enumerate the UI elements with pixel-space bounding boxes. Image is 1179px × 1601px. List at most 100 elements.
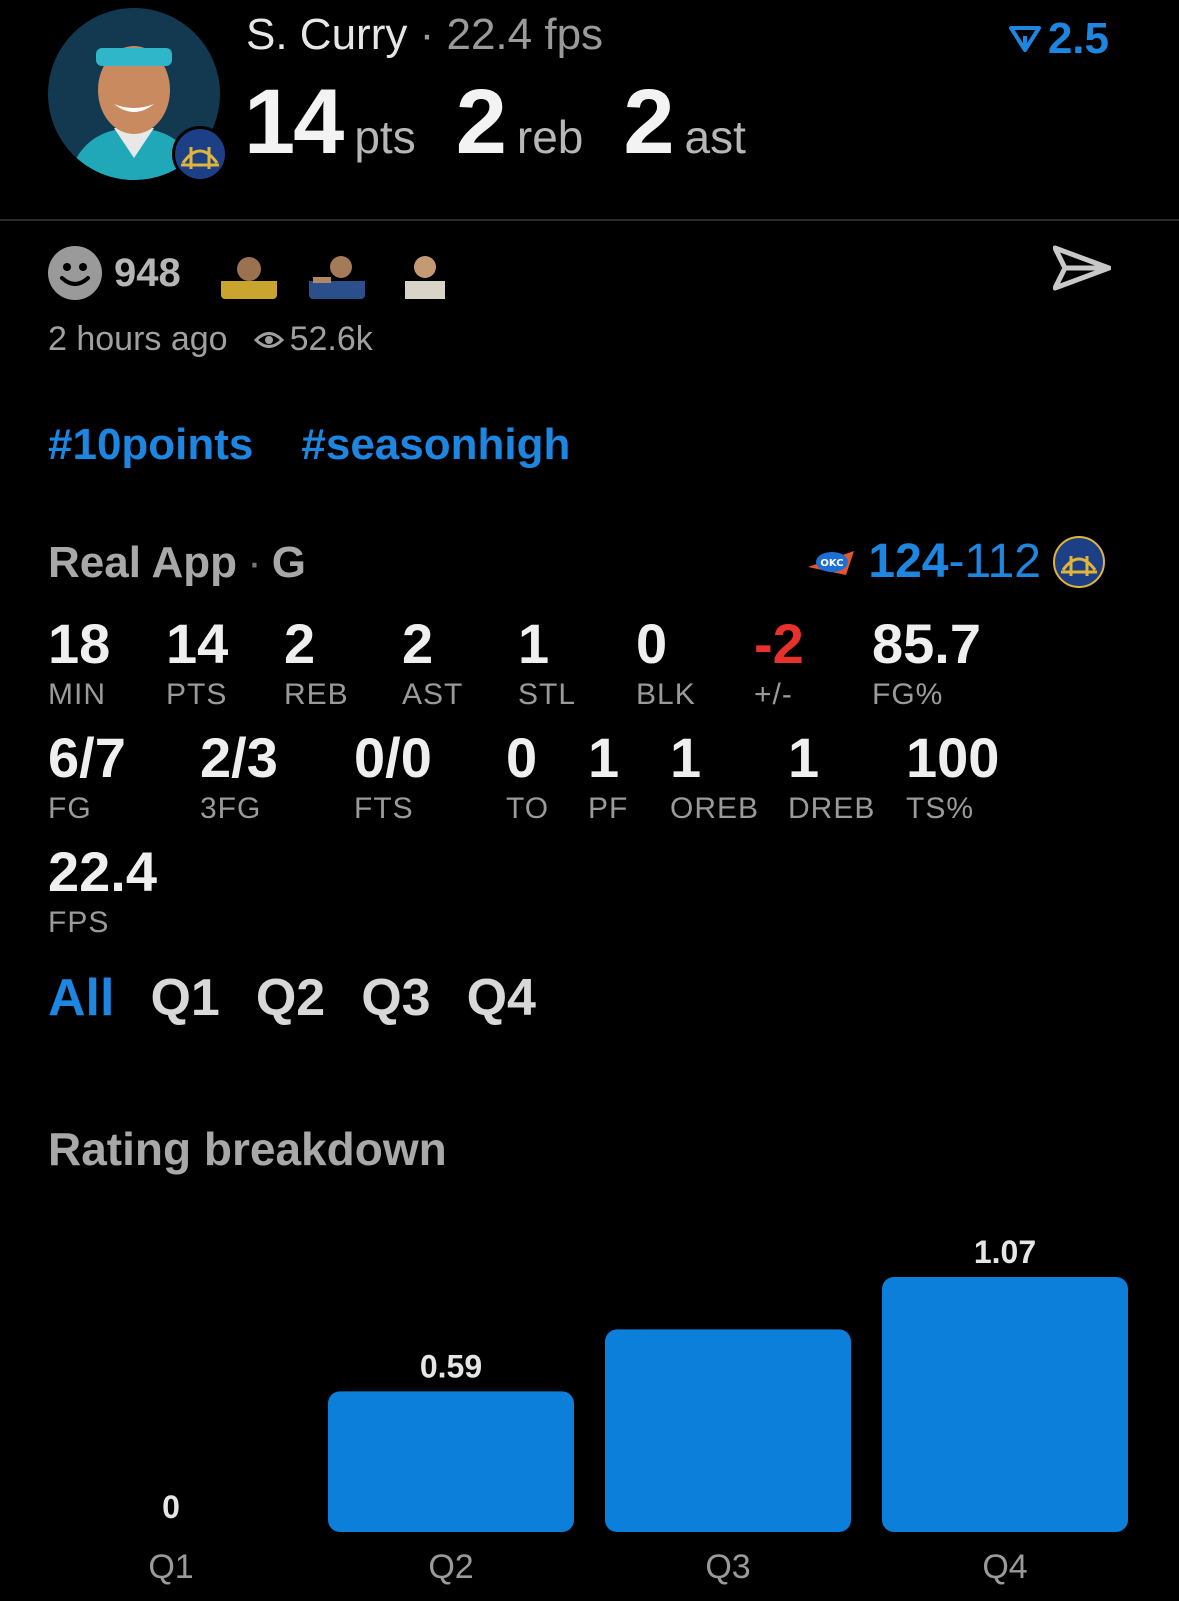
stat-reb: 2 REB [284, 614, 349, 712]
rating-value: 2.5 [1047, 14, 1109, 63]
stat-label: MIN [48, 678, 106, 711]
category-label: Q3 [705, 1548, 750, 1586]
views: 52.6k [253, 320, 373, 359]
tab-q3[interactable]: Q3 [361, 968, 430, 1028]
reb-value: 2 [455, 71, 507, 173]
reaction-thumbnail[interactable] [397, 247, 453, 299]
fps-summary: 22.4 fps [446, 10, 604, 59]
team-logo-icon [1053, 535, 1105, 588]
game-score[interactable]: OKC 124-112 [806, 534, 1105, 589]
stat-fg-pct: 85.7 FG% [872, 614, 981, 712]
time-ago: 2 hours ago [48, 320, 228, 358]
separator: · [247, 538, 262, 587]
ast-value: 2 [623, 71, 674, 173]
reaction-count: 948 [114, 250, 181, 295]
stat-value: 2 [402, 612, 434, 675]
bar-value-label: 0 [162, 1489, 180, 1525]
stat-label: FG [48, 792, 92, 825]
stat-ts-pct: 100 TS% [906, 728, 999, 826]
send-icon[interactable] [1052, 244, 1112, 297]
stat-plus-minus: -2 +/- [754, 614, 804, 712]
team-logo-icon [172, 126, 228, 182]
stat-label: STL [518, 678, 577, 711]
pts-value: 14 [244, 71, 344, 173]
player-title[interactable]: S. Curry · 22.4 fps [246, 10, 603, 60]
stat-label: TO [506, 792, 550, 825]
view-count: 52.6k [289, 320, 373, 358]
rating-badge[interactable]: 2.5 [1008, 14, 1109, 64]
stat-value: 0/0 [354, 726, 432, 789]
stat-value: 14 [166, 612, 229, 675]
stat-value: 18 [48, 612, 111, 675]
rating-bar-q2[interactable] [328, 1391, 574, 1532]
stat-stl: 1 STL [518, 614, 576, 712]
stat-dreb: 1 DREB [788, 728, 875, 826]
tab-q1[interactable]: Q1 [150, 968, 219, 1028]
stat-value: 1 [518, 612, 550, 675]
stat-value: 100 [906, 726, 1000, 789]
stat-fts: 0/0 FTS [354, 728, 432, 826]
hashtag-list: #10points #seasonhigh [48, 420, 570, 470]
smile-icon[interactable] [48, 246, 102, 300]
stat-value: 1 [588, 726, 620, 789]
bar-value-label: 1.07 [974, 1234, 1036, 1270]
stat-label: +/- [754, 678, 793, 711]
rating-arrow-icon [1008, 26, 1041, 52]
stat-label: PF [588, 792, 629, 825]
separator: · [419, 10, 435, 59]
stat-value: -2 [754, 612, 804, 675]
game-source: Real App · G [48, 538, 306, 588]
hashtag-link[interactable]: #seasonhigh [301, 420, 570, 470]
stat-label: 3FG [200, 792, 262, 825]
tab-q2[interactable]: Q2 [256, 968, 325, 1028]
tab-q4[interactable]: Q4 [467, 968, 536, 1028]
score-loser: 112 [964, 535, 1041, 588]
hashtag-link[interactable]: #10points [48, 420, 253, 470]
stat-value: 1 [788, 726, 820, 789]
rating-bar-q3[interactable] [605, 1329, 851, 1532]
stat-blk: 0 BLK [636, 614, 696, 712]
reb-unit: reb [516, 111, 584, 163]
stat-label: REB [284, 678, 349, 711]
source-name: Real App [48, 538, 238, 587]
ast-unit: ast [684, 111, 746, 163]
rating-breakdown-chart: 0 Q1 0.59 Q2 Q3 1.07 Q4 [148, 1234, 1128, 1586]
stat-to: 0 TO [506, 728, 549, 826]
rating-bar-q4[interactable] [882, 1277, 1128, 1532]
stat-value: 0 [636, 612, 668, 675]
eye-icon [253, 331, 284, 348]
stat-label: FG% [872, 678, 944, 711]
stat-label: DREB [788, 792, 876, 825]
period-tabs: All Q1 Q2 Q3 Q4 [48, 968, 536, 1028]
player-name[interactable]: S. Curry [246, 10, 407, 59]
post-meta: 2 hours ago 52.6k [48, 320, 373, 359]
stat-oreb: 1 OREB [670, 728, 759, 826]
category-label: Q4 [982, 1548, 1027, 1586]
reaction-thumbnail[interactable] [220, 247, 277, 299]
score-winner: 124 [868, 535, 949, 588]
svg-text:OKC: OKC [821, 558, 844, 569]
opponent-logo-icon: OKC [808, 550, 855, 575]
category-label: Q2 [428, 1548, 473, 1586]
stat-pts: 14 PTS [166, 614, 228, 712]
stat-value: 6/7 [48, 726, 126, 789]
stat-value: 2 [284, 612, 316, 675]
stat-value: 0 [506, 726, 538, 789]
reactions-bar[interactable]: 948 [48, 246, 473, 300]
bar-value-label: 0.59 [420, 1348, 482, 1384]
stat-label: TS% [906, 792, 975, 825]
tab-all[interactable]: All [48, 968, 114, 1028]
stat-min: 18 MIN [48, 614, 110, 712]
score-dash: - [948, 535, 965, 588]
stat-fps: 22.4 FPS [48, 842, 157, 940]
category-label: Q1 [148, 1548, 193, 1586]
stat-label: OREB [670, 792, 760, 825]
stat-label: PTS [166, 678, 228, 711]
stat-value: 2/3 [200, 726, 278, 789]
reaction-thumbnail[interactable] [308, 247, 365, 299]
stat-value: 22.4 [48, 840, 157, 903]
stat-value: 85.7 [872, 612, 981, 675]
stat-label: FPS [48, 906, 110, 939]
pts-unit: pts [354, 111, 416, 163]
rating-breakdown-title: Rating breakdown [48, 1123, 447, 1175]
